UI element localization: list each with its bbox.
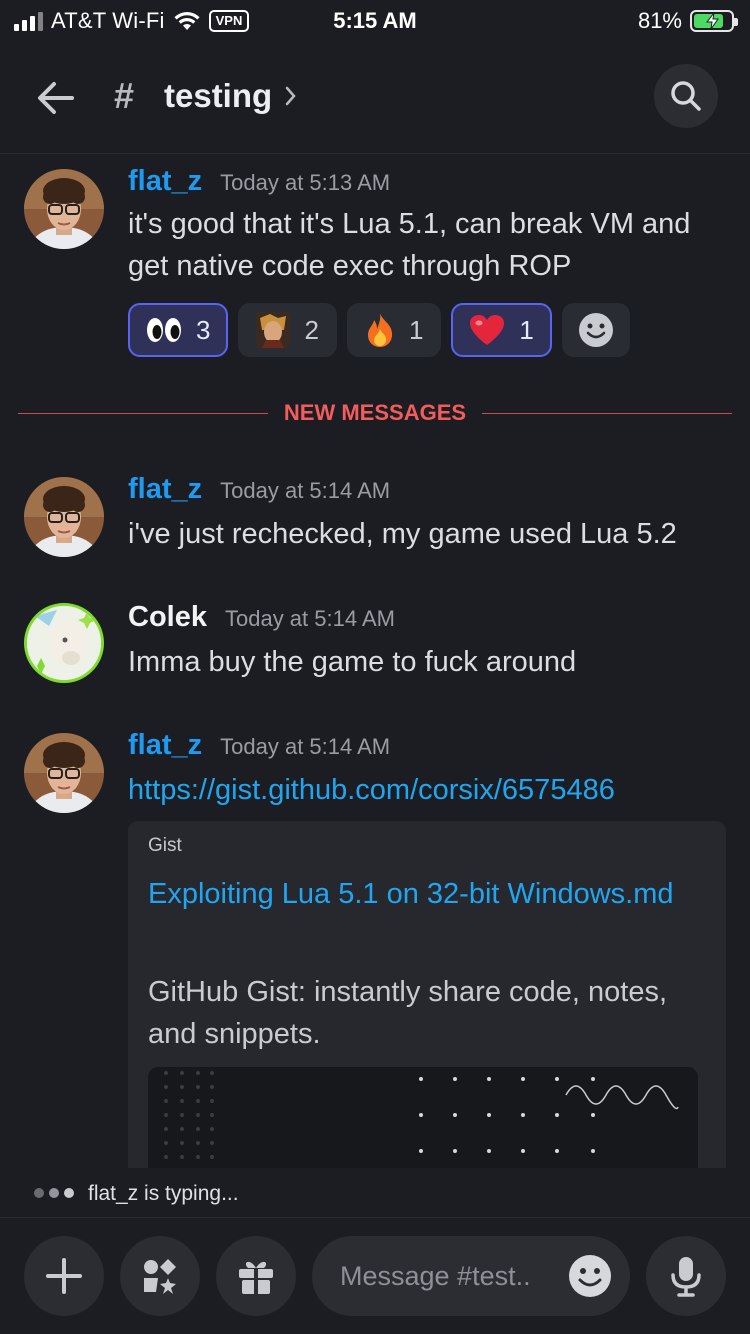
- reactions-bar: 3 2 1 1: [128, 303, 630, 357]
- reaction-count: 1: [519, 314, 534, 345]
- smiley-icon: [578, 313, 613, 347]
- back-button[interactable]: [34, 76, 78, 120]
- avatar[interactable]: [24, 477, 104, 557]
- new-messages-divider: NEW MESSAGES: [18, 400, 732, 425]
- message-text: it's good that it's Lua 5.1, can break V…: [128, 208, 691, 282]
- arrow-left-icon: [38, 82, 74, 114]
- apps-button[interactable]: [120, 1236, 200, 1316]
- custom-emoji-icon: [256, 312, 291, 348]
- attach-button[interactable]: [24, 1236, 104, 1316]
- reaction-count: 3: [196, 314, 211, 345]
- battery-icon: [690, 10, 738, 32]
- channel-header: # testing: [0, 44, 750, 154]
- search-icon: [671, 81, 701, 111]
- microphone-icon: [671, 1257, 701, 1297]
- message-list[interactable]: flat_z Today at 5:13 AM it's good that i…: [0, 155, 750, 1168]
- battery-percent: 81%: [637, 8, 682, 33]
- username[interactable]: flat_z: [128, 729, 202, 762]
- embed-title[interactable]: Exploiting Lua 5.1 on 32-bit Windows.md: [148, 873, 688, 915]
- avatar[interactable]: [24, 733, 104, 813]
- link-embed[interactable]: Gist Exploiting Lua 5.1 on 32-bit Window…: [128, 821, 726, 1168]
- eyes-emoji-icon: [147, 318, 181, 342]
- message-text: i've just rechecked, my game used Lua 5.…: [128, 518, 677, 550]
- reaction-count: 1: [408, 314, 424, 345]
- message-text: Imma buy the game to fuck around: [128, 646, 577, 678]
- timestamp: Today at 5:13 AM: [220, 170, 391, 195]
- chevron-right-icon[interactable]: [284, 84, 298, 108]
- embed-provider: Gist: [148, 835, 182, 856]
- message-link[interactable]: https://gist.github.com/corsix/6575486: [128, 769, 728, 811]
- username[interactable]: flat_z: [128, 473, 202, 506]
- message-input[interactable]: Message #test..: [312, 1236, 630, 1316]
- voice-message-button[interactable]: [646, 1236, 726, 1316]
- typing-suffix: is typing...: [138, 1182, 239, 1205]
- status-bar: AT&T Wi-Fi VPN 5:15 AM 81%: [0, 0, 750, 44]
- reaction-count: 2: [304, 314, 319, 345]
- embed-preview-image[interactable]: [148, 1067, 698, 1168]
- emoji-picker-icon[interactable]: [568, 1254, 612, 1298]
- username[interactable]: flat_z: [128, 165, 202, 198]
- avatar[interactable]: [24, 169, 104, 249]
- plus-icon: [46, 1258, 82, 1294]
- message-placeholder: Message #test..: [340, 1261, 531, 1291]
- gift-icon: [239, 1261, 273, 1294]
- heart-emoji-icon: [470, 315, 505, 345]
- reaction-heart[interactable]: 1: [451, 303, 552, 357]
- timestamp: Today at 5:14 AM: [220, 478, 391, 503]
- timestamp: Today at 5:14 AM: [220, 734, 391, 759]
- reaction-custom-avatar[interactable]: 2: [238, 303, 337, 357]
- timestamp: Today at 5:14 AM: [224, 606, 395, 631]
- search-button[interactable]: [654, 64, 718, 128]
- message-composer: Message #test..: [0, 1219, 750, 1334]
- charging-bolt-icon: [705, 13, 719, 29]
- avatar[interactable]: [24, 603, 104, 683]
- channel-title[interactable]: testing: [164, 74, 272, 118]
- new-messages-label: NEW MESSAGES: [283, 400, 467, 425]
- reaction-eyes[interactable]: 3: [128, 303, 229, 357]
- reaction-fire[interactable]: 1: [346, 303, 442, 357]
- gift-button[interactable]: [216, 1236, 296, 1316]
- username[interactable]: Colek: [128, 601, 207, 634]
- typing-dots-icon: [34, 1188, 74, 1198]
- typing-indicator: flat_z is typing...: [0, 1168, 750, 1218]
- embed-description: GitHub Gist: instantly share code, notes…: [148, 976, 668, 1050]
- typing-text: flat_z is typing...: [88, 1180, 239, 1208]
- fire-emoji-icon: [367, 313, 393, 347]
- apps-icon: [144, 1259, 176, 1294]
- hash-icon: #: [114, 75, 135, 116]
- add-reaction-button[interactable]: [561, 303, 630, 357]
- typing-user: flat_z: [88, 1182, 139, 1205]
